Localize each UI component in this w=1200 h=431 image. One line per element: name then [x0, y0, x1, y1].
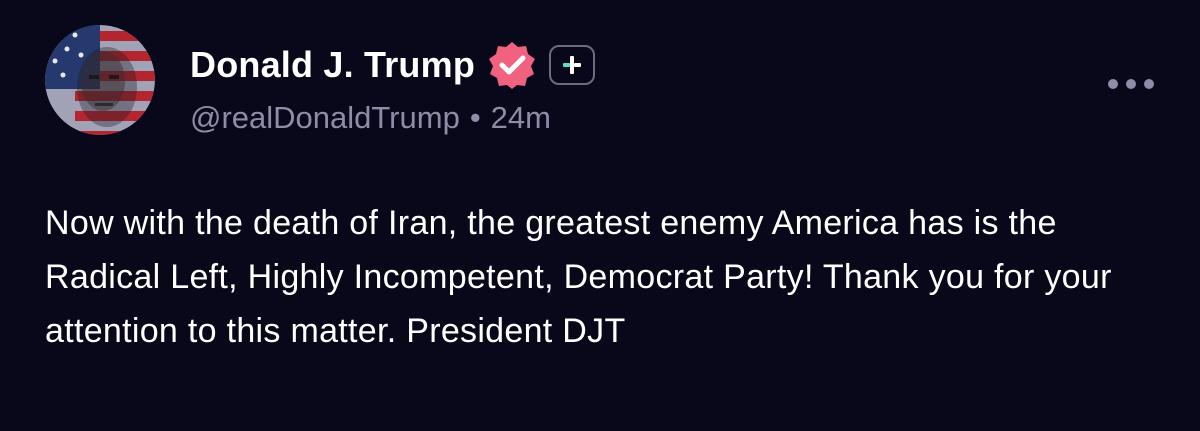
author-name-row: Donald J. Trump	[190, 40, 596, 90]
author-display-name[interactable]: Donald J. Trump	[190, 44, 475, 86]
meta-separator: •	[469, 100, 481, 135]
author-meta-row: @realDonaldTrump • 24m	[190, 98, 551, 138]
post-body-text: Now with the death of Iran, the greatest…	[45, 204, 1112, 350]
avatar-flag-portrait-icon	[45, 25, 155, 135]
plus-icon[interactable]	[549, 45, 596, 85]
more-horizontal-icon[interactable]	[1108, 72, 1154, 96]
more-dot	[1108, 79, 1118, 89]
more-dot	[1126, 79, 1136, 89]
verified-badge-icon	[487, 40, 537, 90]
more-dot	[1144, 79, 1154, 89]
post-timestamp[interactable]: 24m	[491, 100, 551, 136]
author-handle[interactable]: @realDonaldTrump	[190, 100, 460, 136]
post-card: Donald J. Trump @realDonaldTrump • 24m N…	[0, 0, 1200, 431]
avatar[interactable]	[45, 25, 155, 135]
